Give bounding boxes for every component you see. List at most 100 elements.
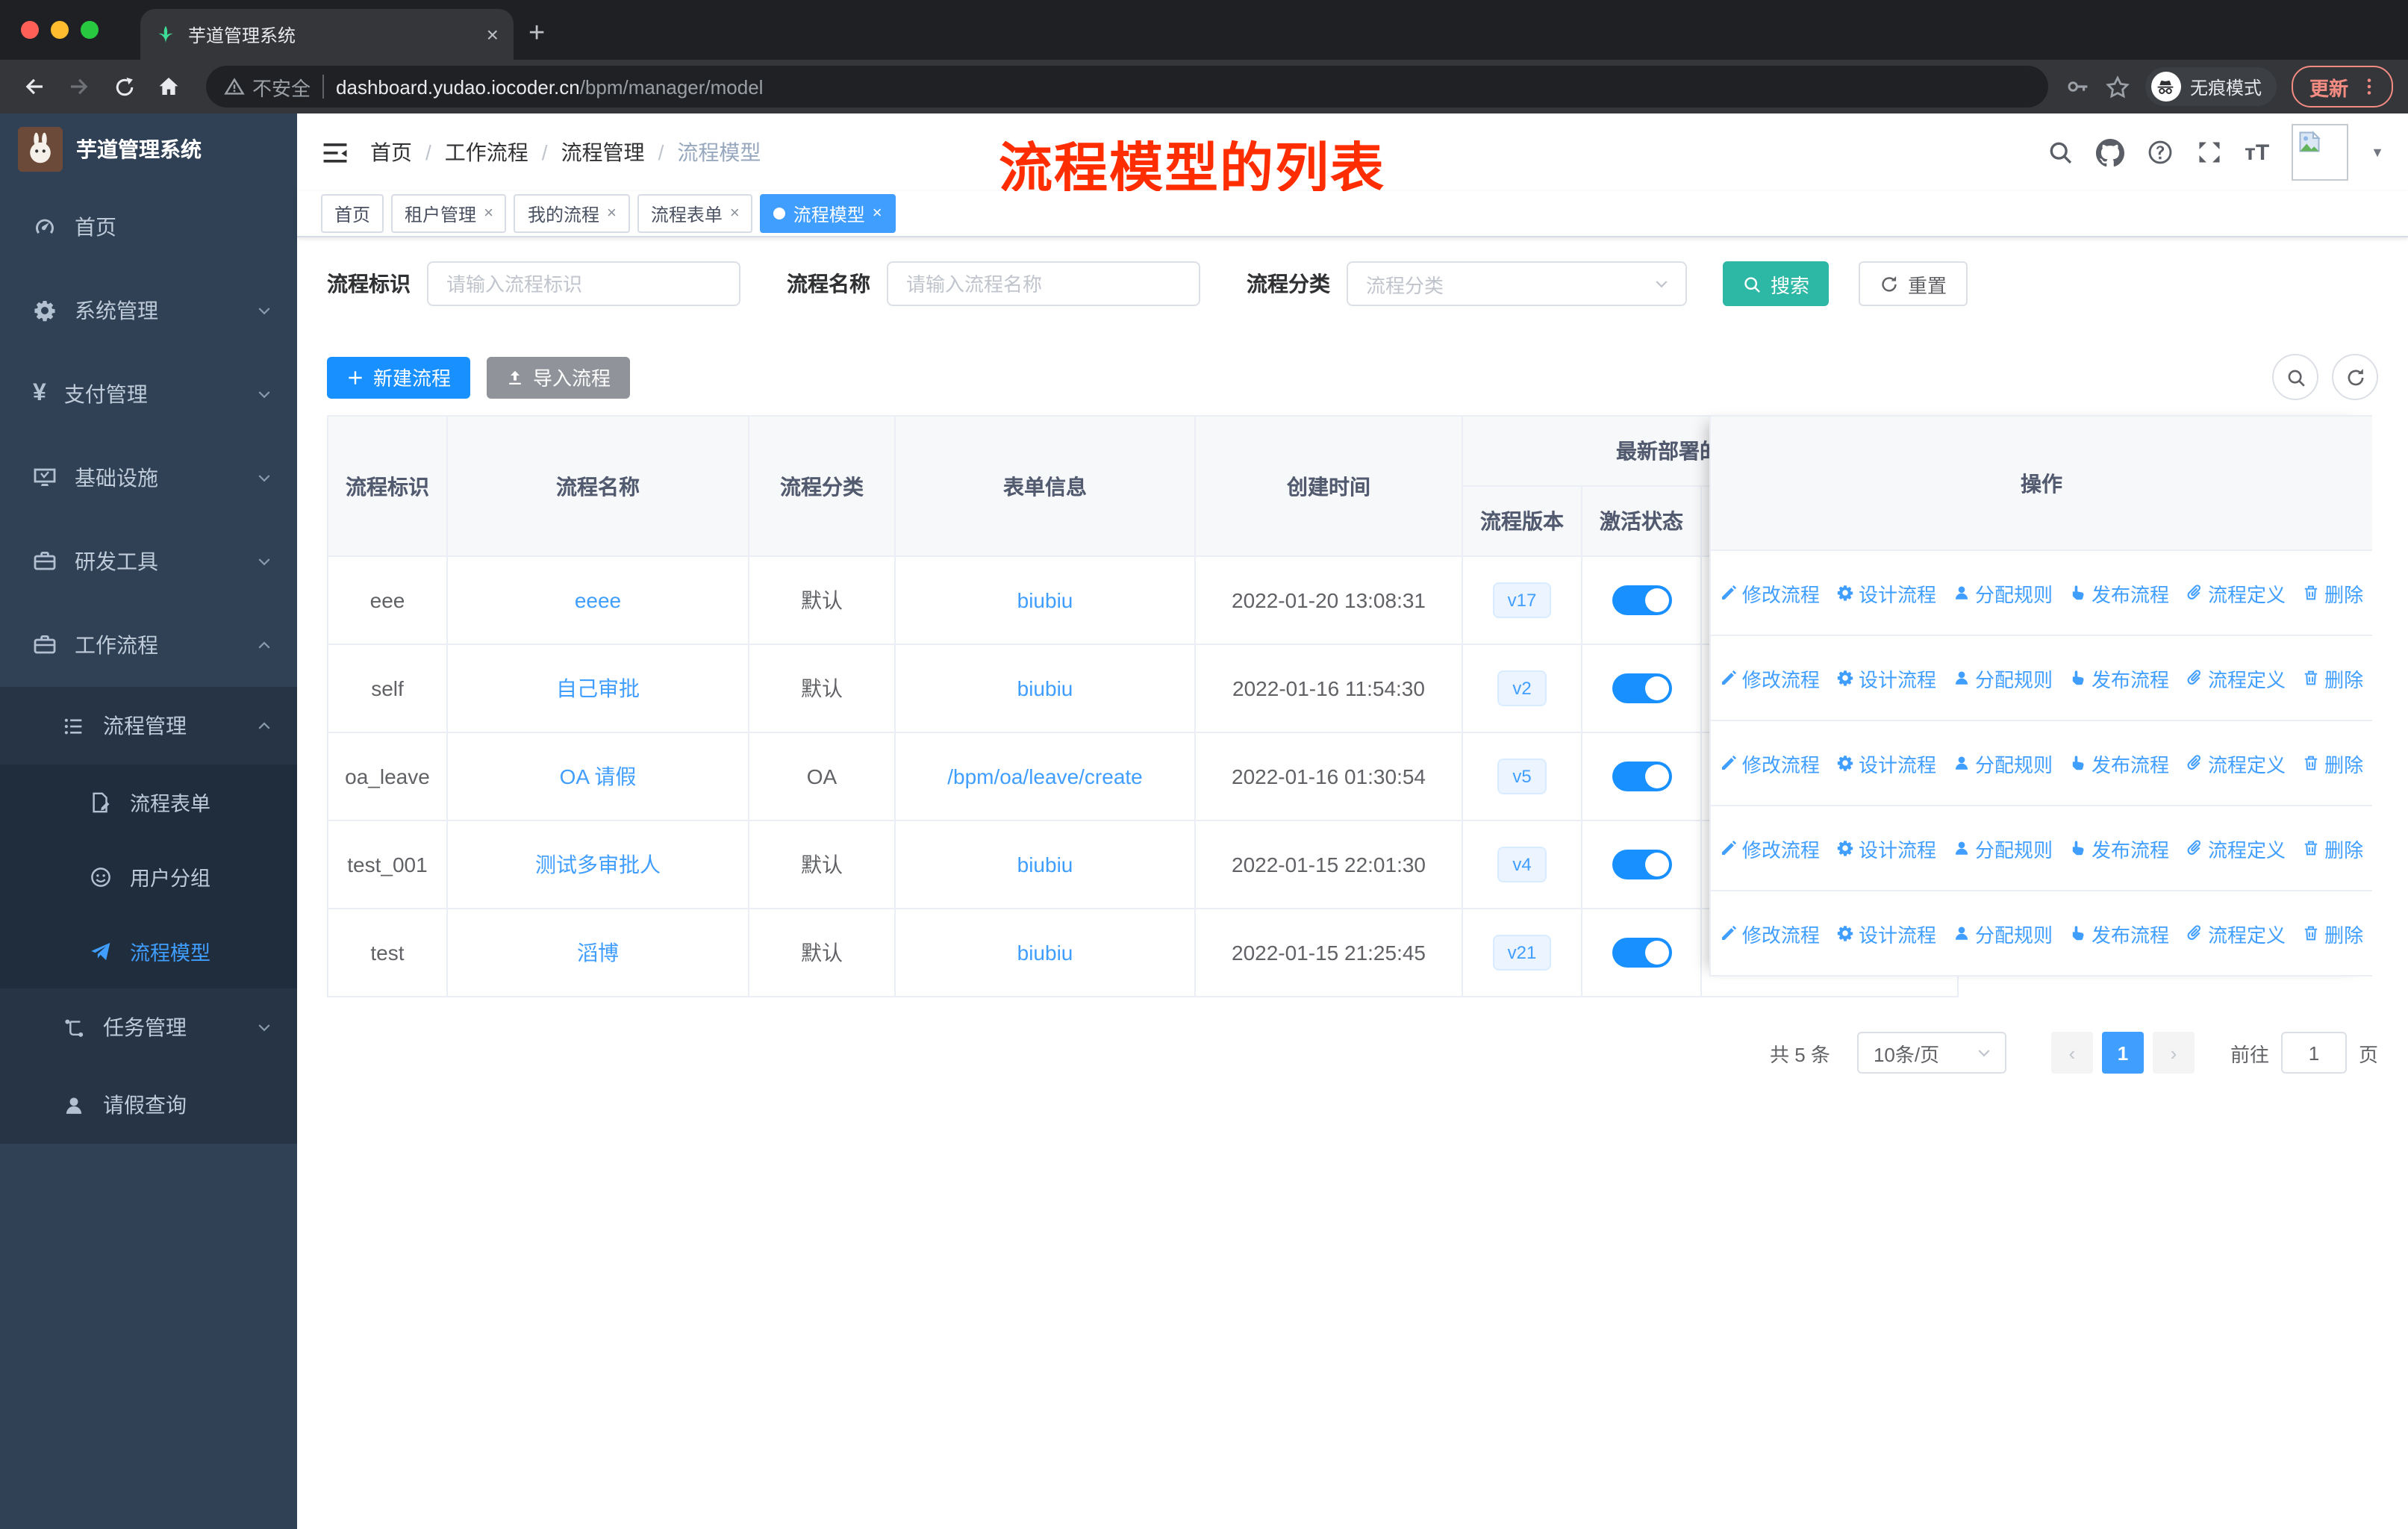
reset-button[interactable]: 重置 [1859, 261, 1968, 306]
reload-button[interactable] [105, 67, 143, 106]
page-size-select[interactable]: 10条/页 [1856, 1032, 2006, 1074]
close-icon[interactable]: × [873, 205, 882, 222]
modify-process-link[interactable]: 修改流程 [1720, 749, 1820, 777]
model-name-link[interactable]: eeee [575, 588, 621, 612]
design-process-link[interactable]: 设计流程 [1836, 834, 1936, 862]
close-icon[interactable]: × [730, 205, 740, 222]
security-chip[interactable]: 不安全 [224, 72, 311, 101]
help-icon[interactable] [2146, 139, 2173, 166]
avatar[interactable] [2292, 124, 2349, 181]
publish-process-link[interactable]: 发布流程 [2069, 579, 2169, 607]
form-info-link[interactable]: /bpm/oa/leave/create [947, 764, 1143, 788]
search-icon[interactable] [2046, 139, 2073, 166]
delete-link[interactable]: 删除 [2302, 749, 2363, 777]
tag-process-form[interactable]: 流程表单 × [637, 194, 753, 233]
modify-process-link[interactable]: 修改流程 [1720, 664, 1820, 692]
form-info-link[interactable]: biubiu [1017, 676, 1073, 700]
process-definition-link[interactable]: 流程定义 [2186, 749, 2286, 777]
sidebar-item-process-form[interactable]: 流程表单 [0, 764, 297, 839]
sidebar-item-home[interactable]: 首页 [0, 185, 297, 269]
process-id-input[interactable] [427, 261, 740, 306]
design-process-link[interactable]: 设计流程 [1836, 664, 1936, 692]
browser-tab[interactable]: 芋道管理系统 × [140, 9, 514, 60]
toggle-search-button[interactable] [2272, 354, 2318, 400]
tag-home[interactable]: 首页 [321, 194, 384, 233]
sidebar-item-system[interactable]: 系统管理 [0, 269, 297, 352]
update-button[interactable]: 更新 [2291, 66, 2393, 108]
zoom-window-button[interactable] [81, 21, 99, 39]
process-definition-link[interactable]: 流程定义 [2186, 664, 2286, 692]
publish-process-link[interactable]: 发布流程 [2069, 834, 2169, 862]
publish-process-link[interactable]: 发布流程 [2069, 664, 2169, 692]
bookmark-star-icon[interactable] [2105, 74, 2130, 99]
tag-tenant[interactable]: 租户管理 × [391, 194, 507, 233]
design-process-link[interactable]: 设计流程 [1836, 579, 1936, 607]
sidebar-collapse-icon[interactable] [321, 138, 349, 166]
sidebar-item-process-model[interactable]: 流程模型 [0, 914, 297, 988]
active-toggle[interactable] [1612, 938, 1671, 968]
breadcrumb-workflow[interactable]: 工作流程 [445, 137, 528, 167]
avatar-caret-down-icon[interactable]: ▼ [2371, 145, 2384, 160]
process-definition-link[interactable]: 流程定义 [2186, 579, 2286, 607]
form-info-link[interactable]: biubiu [1017, 941, 1073, 965]
assign-rule-link[interactable]: 分配规则 [1953, 834, 2053, 862]
next-page-button[interactable]: › [2152, 1032, 2195, 1074]
assign-rule-link[interactable]: 分配规则 [1953, 664, 2053, 692]
active-toggle[interactable] [1612, 673, 1671, 703]
breadcrumb-process-manage[interactable]: 流程管理 [561, 137, 645, 167]
active-toggle[interactable] [1612, 762, 1671, 791]
sidebar-item-payment[interactable]: ¥ 支付管理 [0, 352, 297, 436]
back-button[interactable] [15, 67, 54, 106]
sidebar-item-user-group[interactable]: 用户分组 [0, 839, 297, 914]
font-size-icon[interactable]: тT [2245, 140, 2269, 165]
delete-link[interactable]: 删除 [2302, 919, 2363, 947]
goto-page-input[interactable] [2280, 1032, 2347, 1074]
process-category-select[interactable]: 流程分类 [1347, 261, 1687, 306]
sidebar-item-process-manage[interactable]: 流程管理 [0, 687, 297, 764]
modify-process-link[interactable]: 修改流程 [1720, 919, 1820, 947]
fullscreen-icon[interactable] [2195, 139, 2222, 166]
window-controls[interactable] [0, 0, 119, 60]
prev-page-button[interactable]: ‹ [2050, 1032, 2093, 1074]
delete-link[interactable]: 删除 [2302, 579, 2363, 607]
form-info-link[interactable]: biubiu [1017, 588, 1073, 612]
assign-rule-link[interactable]: 分配规则 [1953, 749, 2053, 777]
create-process-button[interactable]: 新建流程 [327, 356, 471, 398]
design-process-link[interactable]: 设计流程 [1836, 919, 1936, 947]
breadcrumb-home[interactable]: 首页 [370, 137, 412, 167]
process-name-input[interactable] [887, 261, 1200, 306]
publish-process-link[interactable]: 发布流程 [2069, 749, 2169, 777]
minimize-window-button[interactable] [51, 21, 69, 39]
kebab-menu-icon[interactable] [2359, 76, 2380, 97]
active-toggle[interactable] [1612, 585, 1671, 615]
refresh-table-button[interactable] [2332, 354, 2378, 400]
publish-process-link[interactable]: 发布流程 [2069, 919, 2169, 947]
process-definition-link[interactable]: 流程定义 [2186, 919, 2286, 947]
close-icon[interactable]: × [607, 205, 617, 222]
sidebar-item-leave-query[interactable]: 请假查询 [0, 1066, 297, 1144]
home-button[interactable] [149, 67, 188, 106]
new-tab-button[interactable]: + [514, 18, 566, 60]
sidebar-item-infra[interactable]: 基础设施 [0, 436, 297, 520]
import-process-button[interactable]: 导入流程 [487, 356, 631, 398]
assign-rule-link[interactable]: 分配规则 [1953, 919, 2053, 947]
assign-rule-link[interactable]: 分配规则 [1953, 579, 2053, 607]
close-window-button[interactable] [21, 21, 39, 39]
sidebar-item-task-manage[interactable]: 任务管理 [0, 988, 297, 1066]
active-toggle[interactable] [1612, 850, 1671, 879]
model-name-link[interactable]: 自己审批 [556, 676, 640, 700]
forward-button[interactable] [60, 67, 99, 106]
key-icon[interactable] [2066, 75, 2090, 99]
design-process-link[interactable]: 设计流程 [1836, 749, 1936, 777]
model-name-link[interactable]: 测试多审批人 [535, 853, 661, 876]
modify-process-link[interactable]: 修改流程 [1720, 834, 1820, 862]
close-icon[interactable]: × [484, 205, 493, 222]
form-info-link[interactable]: biubiu [1017, 853, 1073, 876]
model-name-link[interactable]: 滔博 [577, 941, 619, 965]
process-definition-link[interactable]: 流程定义 [2186, 834, 2286, 862]
sidebar-item-devtools[interactable]: 研发工具 [0, 520, 297, 603]
page-number-1[interactable]: 1 [2101, 1032, 2144, 1074]
delete-link[interactable]: 删除 [2302, 834, 2363, 862]
address-bar[interactable]: 不安全 dashboard.yudao.iocoder.cn/bpm/manag… [206, 66, 2048, 108]
model-name-link[interactable]: OA 请假 [560, 764, 637, 788]
